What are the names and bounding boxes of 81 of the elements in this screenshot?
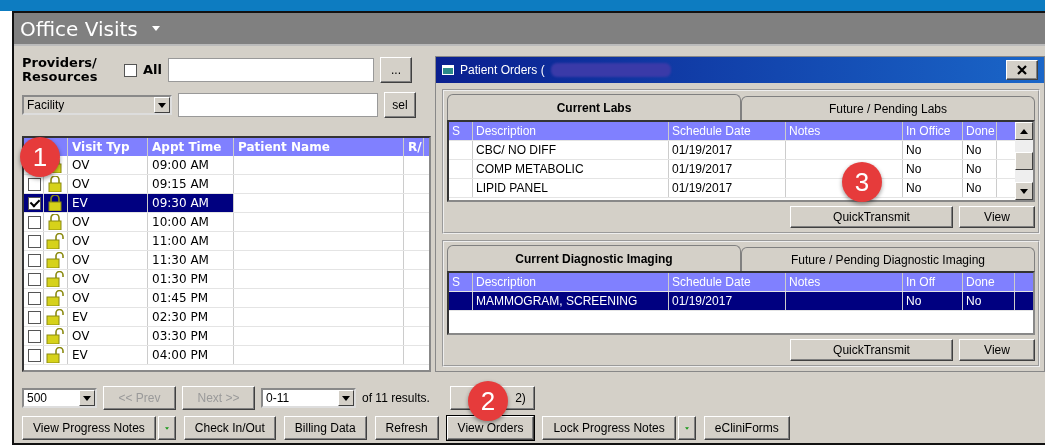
browse-button[interactable]: ... — [380, 57, 412, 83]
facility-select[interactable]: Facility — [22, 95, 172, 115]
row-checkbox[interactable] — [28, 272, 41, 286]
facility-field[interactable] — [178, 93, 378, 117]
table-cell: CBC/ NO DIFF — [473, 141, 669, 159]
dialog-title: Patient Orders ( — [460, 63, 545, 77]
table-cell: 01/19/2017 — [669, 292, 786, 310]
all-label: All — [143, 63, 162, 77]
tab[interactable]: Current Diagnostic Imaging — [447, 245, 741, 271]
row-checkbox[interactable] — [28, 291, 41, 305]
dialog-button[interactable]: QuickTransmit — [790, 206, 953, 228]
action-button[interactable]: View Orders — [446, 416, 535, 440]
table-cell: No — [903, 141, 963, 159]
scrollbar[interactable] — [1015, 122, 1033, 200]
table-cell: EV — [68, 308, 148, 326]
dropdown-arrow-icon — [83, 395, 91, 401]
dropdown-arrow-icon — [684, 425, 689, 431]
page-size-select[interactable]: 500 — [22, 388, 97, 408]
table-cell: OV — [68, 289, 148, 307]
table-cell: OV — [68, 251, 148, 269]
table-cell: No — [963, 141, 997, 159]
dropdown-button[interactable] — [677, 416, 696, 440]
action-button[interactable]: eCliniForms — [703, 416, 790, 440]
providers-label: Providers/ Resources — [22, 56, 99, 84]
action-button[interactable]: Billing Data — [283, 416, 367, 440]
action-button[interactable]: Refresh — [374, 416, 439, 440]
dropdown-button[interactable] — [157, 416, 176, 440]
action-button[interactable]: Check In/Out — [183, 416, 276, 440]
tab[interactable]: Future / Pending Diagnostic Imaging — [741, 247, 1035, 271]
row-checkbox[interactable] — [28, 196, 41, 210]
scroll-thumb[interactable] — [1015, 152, 1033, 170]
table-cell: No — [963, 160, 997, 178]
dropdown-arrow-icon — [342, 395, 350, 401]
table-cell: No — [903, 292, 963, 310]
table-cell: OV — [68, 175, 148, 193]
table-cell: EV — [68, 194, 148, 212]
row-checkbox[interactable] — [28, 310, 41, 324]
dropdown-arrow-icon — [164, 425, 169, 431]
table-cell: 01/19/2017 — [669, 141, 786, 159]
table-cell: No — [963, 179, 997, 197]
all-checkbox[interactable] — [124, 63, 137, 77]
table-cell: 01/19/2017 — [669, 160, 786, 178]
table-cell: LIPID PANEL — [473, 179, 669, 197]
table-cell: OV — [68, 270, 148, 288]
window-icon — [442, 65, 454, 75]
table-cell: EV — [68, 346, 148, 364]
dropdown-arrow-icon — [158, 102, 166, 108]
range-select[interactable]: 0-11 — [261, 388, 356, 408]
table-cell: No — [903, 179, 963, 197]
results-count: of 11 results. — [362, 391, 430, 405]
close-icon — [1017, 65, 1027, 75]
action-button[interactable]: View Progress Notes — [22, 416, 156, 440]
row-checkbox[interactable] — [28, 234, 41, 248]
tab[interactable]: Future / Pending Labs — [741, 96, 1035, 120]
table-cell: No — [963, 292, 1015, 310]
row-checkbox[interactable] — [28, 348, 41, 362]
row-checkbox[interactable] — [28, 215, 41, 229]
dialog-button[interactable]: View — [959, 339, 1035, 361]
tab[interactable]: Current Labs — [447, 94, 741, 120]
row-checkbox[interactable] — [28, 253, 41, 267]
table-cell: OV — [68, 156, 148, 174]
table-cell: OV — [68, 327, 148, 345]
header-title: Office Visits — [20, 16, 138, 41]
dialog-button[interactable]: QuickTransmit — [790, 339, 953, 361]
close-button[interactable] — [1006, 60, 1038, 80]
table-cell: OV — [68, 232, 148, 250]
table-cell: OV — [68, 213, 148, 231]
scroll-down-icon — [1020, 188, 1028, 194]
dialog-button[interactable]: View — [959, 206, 1035, 228]
action-button[interactable]: Lock Progress Notes — [542, 416, 676, 440]
row-checkbox[interactable] — [28, 329, 41, 343]
scroll-up-icon — [1020, 128, 1028, 134]
table-cell: 09:30 AM — [148, 194, 234, 212]
table-cell: No — [903, 160, 963, 178]
sel-button[interactable]: sel — [384, 92, 416, 118]
table-cell: 01/19/2017 — [669, 179, 786, 197]
providers-field[interactable] — [168, 58, 374, 82]
menu-caret-icon — [151, 26, 160, 31]
table-cell: MAMMOGRAM, SCREENING — [473, 292, 669, 310]
table-cell: COMP METABOLIC — [473, 160, 669, 178]
row-checkbox[interactable] — [28, 177, 41, 191]
